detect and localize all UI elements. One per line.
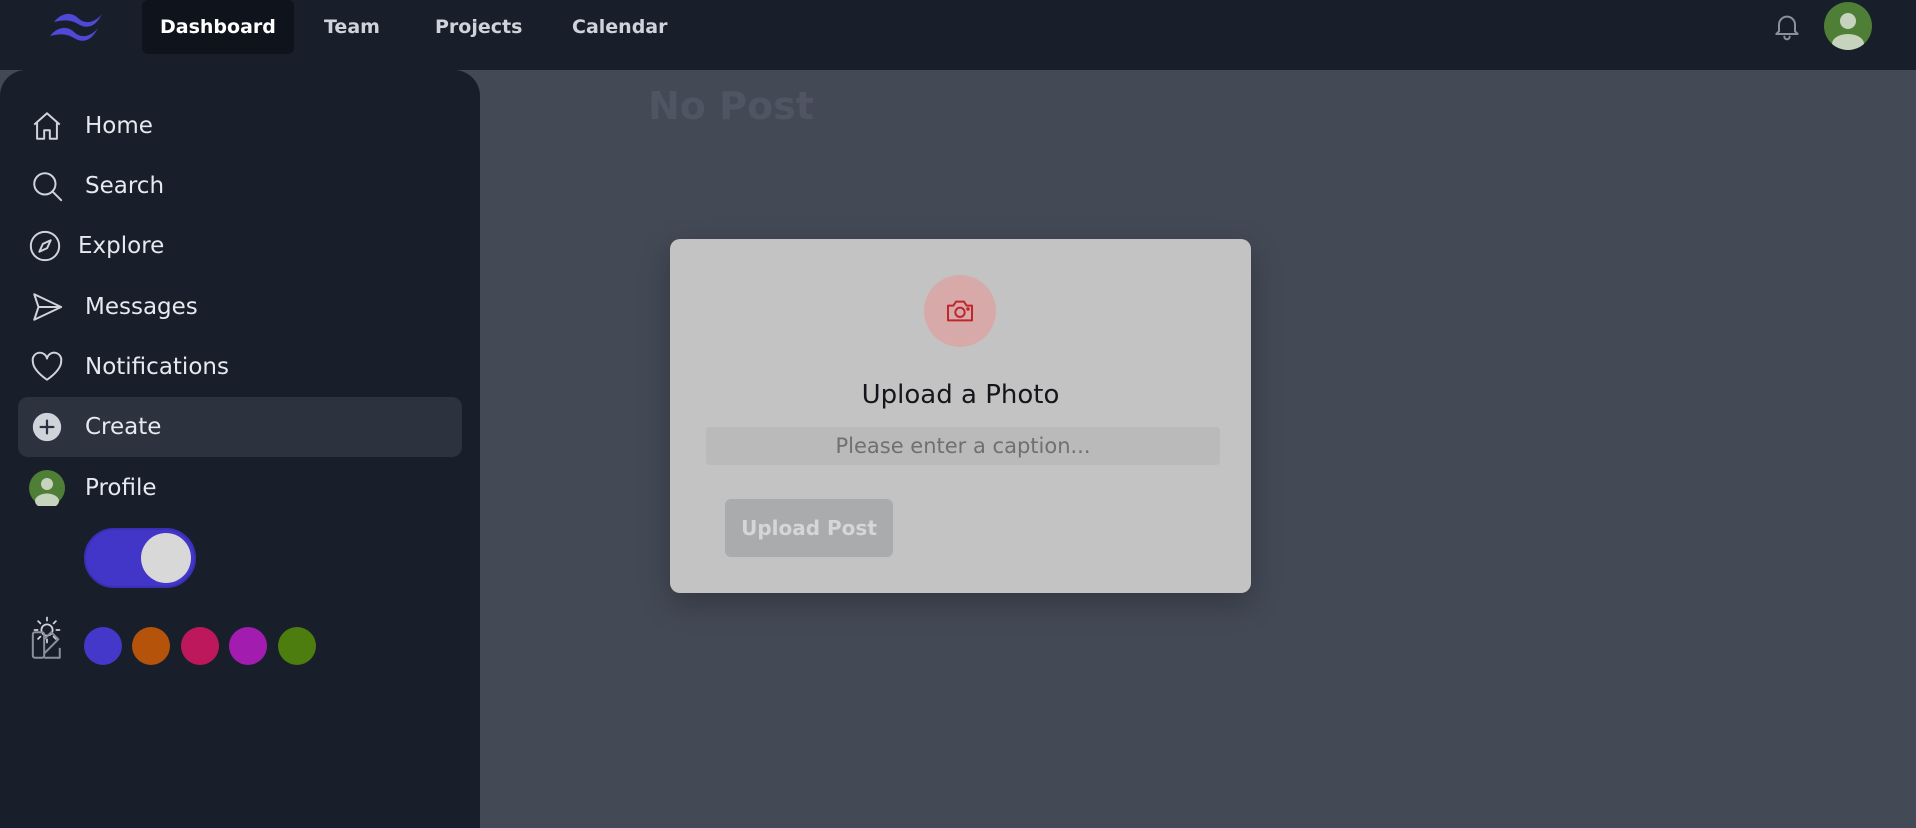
- toggle-knob: [141, 533, 191, 583]
- sidebar-item-messages[interactable]: Messages: [18, 277, 462, 337]
- sidebar-item-label: Profile: [85, 475, 157, 501]
- sidebar-item-notifications[interactable]: Notifications: [18, 337, 462, 397]
- avatar-icon: [1832, 13, 1864, 50]
- search-icon: [33, 172, 63, 202]
- upload-post-button[interactable]: Upload Post: [725, 499, 893, 557]
- home-icon: [33, 112, 61, 140]
- sidebar-item-explore[interactable]: Explore: [18, 216, 462, 276]
- palette-icon: [31, 631, 61, 659]
- camera-icon-badge: [924, 275, 996, 347]
- avatar-icon: [29, 470, 65, 506]
- sidebar-item-home[interactable]: Home: [18, 96, 462, 156]
- sidebar-item-search[interactable]: Search: [18, 156, 462, 216]
- sidebar-item-label: Home: [85, 113, 153, 139]
- sidebar-item-profile[interactable]: Profile: [18, 458, 462, 518]
- tailwind-logo-icon[interactable]: [48, 8, 106, 46]
- plus-circle-icon: [32, 412, 62, 442]
- color-swatch-fuchsia[interactable]: [229, 627, 267, 665]
- compass-icon: [29, 230, 61, 262]
- modal-title: Upload a Photo: [861, 380, 1060, 410]
- nav-dashboard[interactable]: Dashboard: [142, 0, 294, 54]
- caption-input[interactable]: [706, 427, 1220, 465]
- nav-projects[interactable]: Projects: [417, 0, 540, 54]
- color-swatch-pink[interactable]: [181, 627, 219, 665]
- color-swatch-indigo[interactable]: [84, 627, 122, 665]
- heart-icon: [31, 351, 63, 381]
- upload-modal: Upload a Photo Upload Post: [670, 239, 1251, 593]
- color-swatch-lime[interactable]: [278, 627, 316, 665]
- top-navbar: Dashboard Team Projects Calendar: [0, 0, 1916, 70]
- color-swatch-amber[interactable]: [132, 627, 170, 665]
- send-icon: [33, 293, 63, 321]
- nav-calendar[interactable]: Calendar: [554, 0, 685, 54]
- empty-state-title: No Post: [648, 84, 814, 128]
- sidebar-item-label: Messages: [85, 294, 198, 320]
- sidebar-item-label: Explore: [78, 233, 165, 259]
- sidebar-item-create[interactable]: Create: [18, 397, 462, 457]
- theme-toggle[interactable]: [84, 528, 196, 588]
- sidebar-item-label: Create: [85, 414, 162, 440]
- sidebar: Home Search Explore Messages Notificatio…: [0, 70, 480, 828]
- bell-icon[interactable]: [1771, 10, 1803, 42]
- nav-team[interactable]: Team: [306, 0, 398, 54]
- sidebar-item-label: Notifications: [85, 354, 229, 380]
- sidebar-item-label: Search: [85, 173, 165, 199]
- user-avatar[interactable]: [1824, 2, 1872, 50]
- camera-icon: [947, 300, 973, 322]
